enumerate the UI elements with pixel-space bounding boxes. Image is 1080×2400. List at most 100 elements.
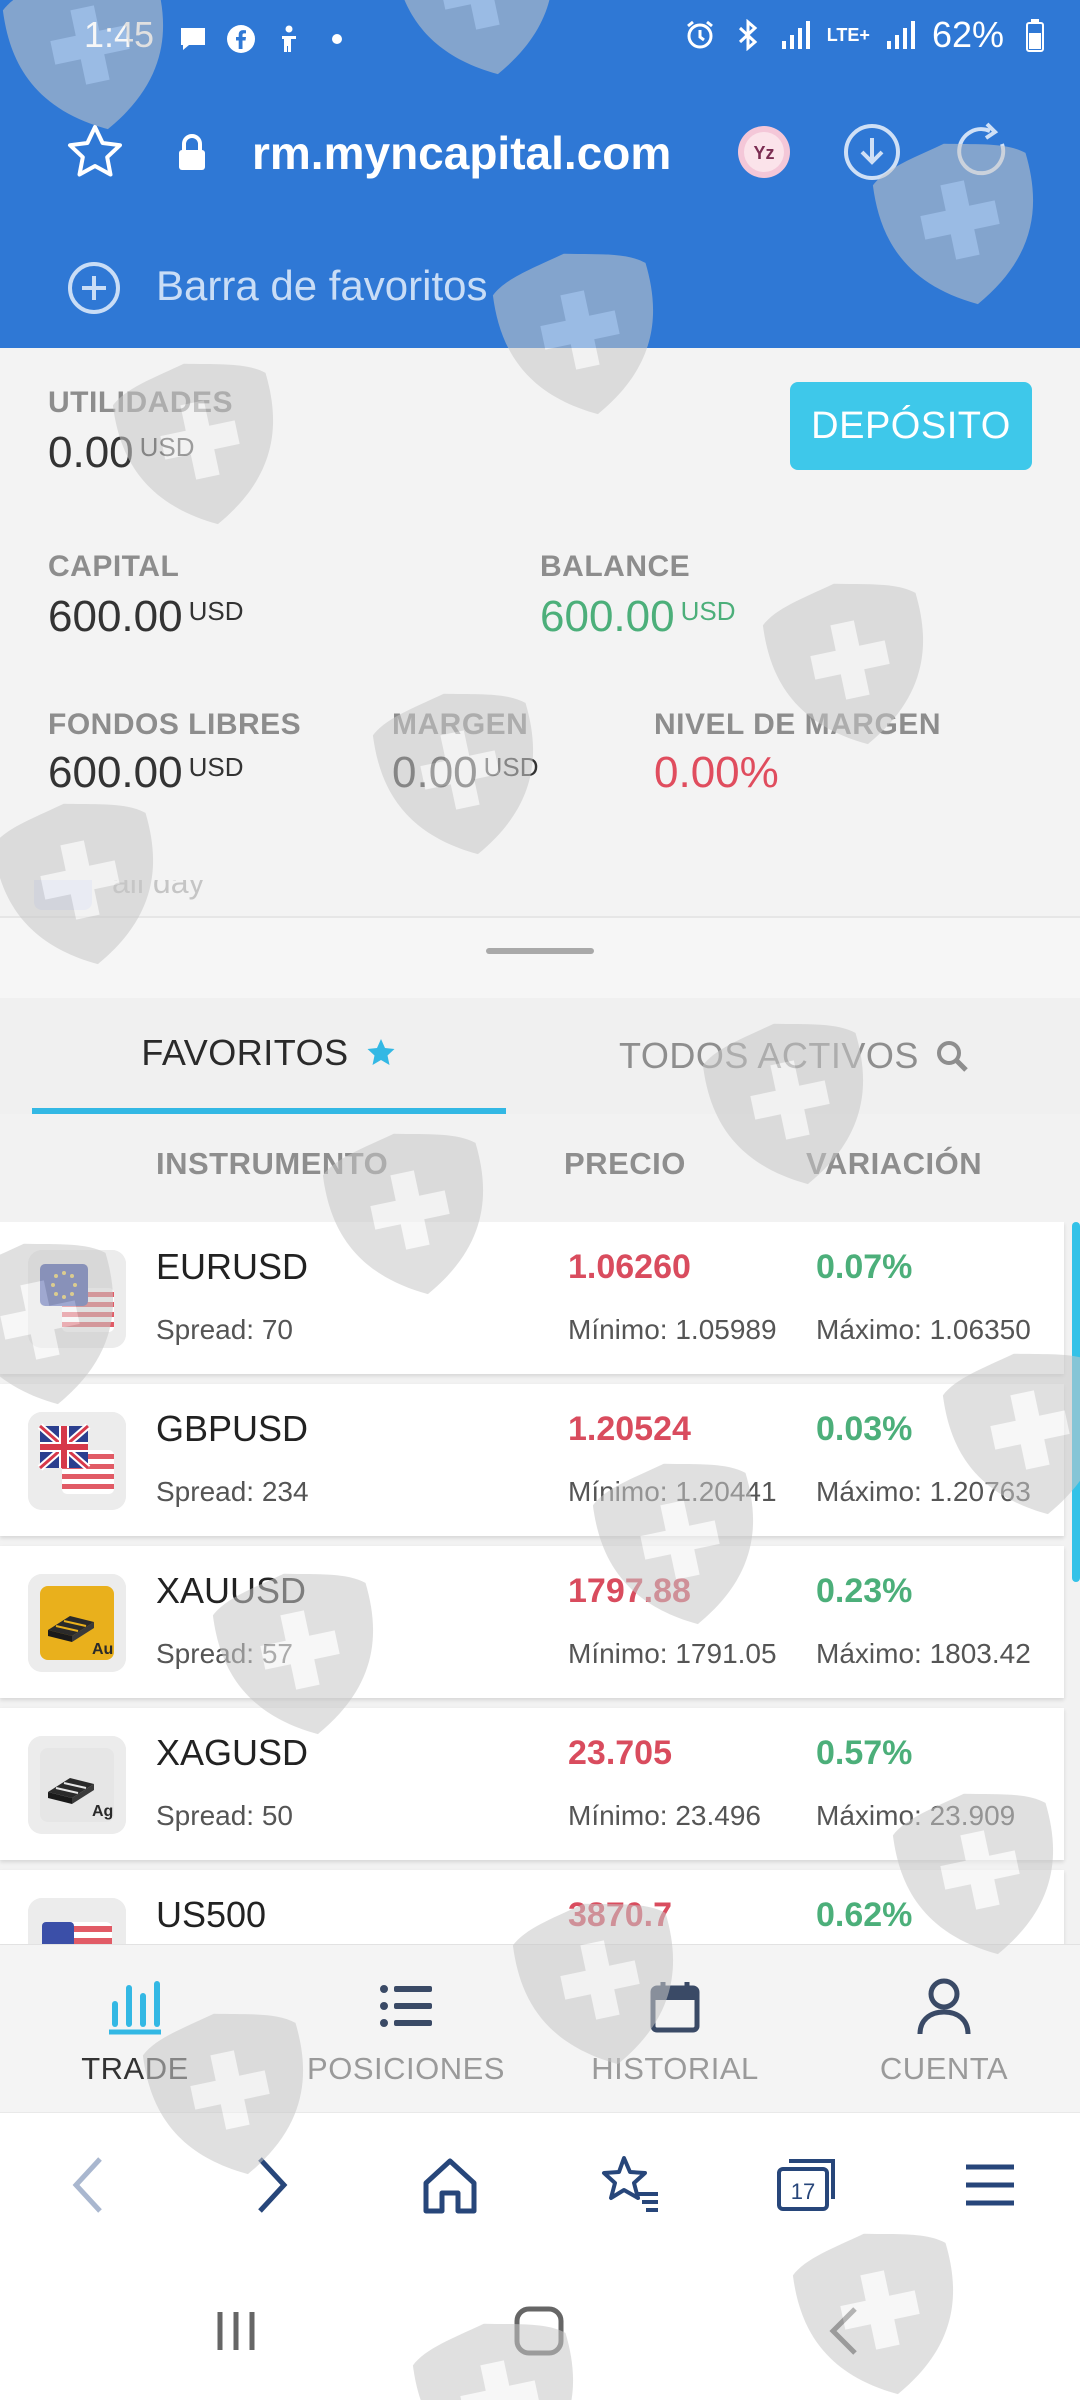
bar-chart-icon <box>105 1975 165 2037</box>
lock-icon <box>176 134 208 177</box>
download-icon[interactable] <box>842 122 902 187</box>
instrument-spread: Spread: 50 <box>156 1800 293 1831</box>
silver-badge: Ag <box>92 1803 113 1820</box>
svg-text:Yz: Yz <box>753 143 774 163</box>
instrument-change: 0.23% <box>816 1572 913 1610</box>
instrument-change: 0.62% <box>816 1896 913 1934</box>
fondos-libres-label: FONDOS LIBRES <box>48 708 302 741</box>
utilidades-value: 0.00 USD <box>48 428 195 477</box>
extension-icon[interactable]: Yz <box>736 124 792 185</box>
instrument-max: Máximo: 1.20763 <box>816 1476 1031 1507</box>
instrument-min: Mínimo: 1.05989 <box>568 1314 777 1345</box>
system-back-icon[interactable] <box>808 2296 878 2366</box>
accessibility-icon <box>272 22 306 56</box>
instrument-change: 0.57% <box>816 1734 913 1772</box>
peek-row: all day <box>0 880 1080 918</box>
instrument-min: Mínimo: 1.20441 <box>568 1476 777 1507</box>
tab-favorites[interactable]: FAVORITOS <box>32 998 506 1114</box>
instrument-price: 23.705 <box>568 1734 672 1772</box>
balance-value: 600.00 USD <box>540 592 736 641</box>
nav-account-label: CUENTA <box>879 2051 1009 2086</box>
nav-positions-label: POSICIONES <box>307 2051 505 2086</box>
column-header-price: PRECIO <box>564 1146 686 1181</box>
network-type: LTE+ <box>826 25 870 45</box>
drag-handle-area[interactable] <box>0 918 1080 998</box>
message-icon <box>176 22 210 56</box>
app-root: 1:45 LTE+ 62% rm.myncapital.com Yz Barra… <box>0 0 1080 2400</box>
nav-trade[interactable]: TRADE <box>50 1945 220 2113</box>
eu-us-flag-icon <box>28 1250 126 1348</box>
instrument-spread: Spread: 70 <box>156 1314 293 1345</box>
list-scrollbar[interactable] <box>1072 1222 1080 1582</box>
system-status-icons: LTE+ 62% <box>683 14 1052 56</box>
nav-history[interactable]: HISTORIAL <box>580 1945 770 2113</box>
battery-icon <box>1018 18 1052 52</box>
forward-arrow-icon[interactable] <box>236 2149 308 2221</box>
instrument-row-gbpusd[interactable]: GBPUSD Spread: 234 1.20524 0.03% Mínimo:… <box>0 1384 1064 1536</box>
instrument-row-xagusd[interactable]: Ag XAGUSD Spread: 50 23.705 0.57% Mínimo… <box>0 1708 1064 1860</box>
gb-us-flag-icon <box>28 1412 126 1510</box>
system-navigation-bar <box>0 2256 1080 2400</box>
drag-handle[interactable] <box>486 948 594 954</box>
fondos-libres-value: 600.00 USD <box>48 748 244 797</box>
favorites-bar-label: Barra de favoritos <box>156 262 488 309</box>
balance-label: BALANCE <box>540 550 691 583</box>
instrument-price: 1.06260 <box>568 1248 691 1286</box>
instrument-price: 1.20524 <box>568 1410 691 1448</box>
signal-icon <box>779 18 813 52</box>
instrument-symbol: EURUSD <box>156 1246 309 1287</box>
status-bar: 1:45 LTE+ 62% <box>0 0 1080 78</box>
tab-count: 17 <box>791 2179 815 2204</box>
add-circle-icon[interactable] <box>66 260 122 321</box>
instrument-tabs: FAVORITOS TODOS ACTIVOS <box>0 998 1080 1114</box>
star-filled-icon <box>365 1037 397 1069</box>
column-header-change: VARIACIÓN <box>806 1146 983 1181</box>
nav-positions[interactable]: POSICIONES <box>306 1945 506 2113</box>
instrument-row-eurusd[interactable]: EURUSD Spread: 70 1.06260 0.07% Mínimo: … <box>0 1222 1064 1374</box>
home-button-icon[interactable] <box>504 2296 574 2366</box>
back-arrow-icon[interactable] <box>52 2149 124 2221</box>
tab-favorites-label: FAVORITOS <box>141 1032 349 1073</box>
nav-history-label: HISTORIAL <box>591 2051 759 2086</box>
instrument-max: Máximo: 1.06350 <box>816 1314 1031 1345</box>
url-text[interactable]: rm.myncapital.com <box>252 126 671 180</box>
bookmarks-icon[interactable] <box>594 2149 666 2221</box>
bluetooth-icon <box>731 18 765 52</box>
peek-text: all day <box>112 880 205 900</box>
us-flag-icon <box>28 1898 126 1944</box>
instrument-change: 0.07% <box>816 1248 913 1286</box>
tab-all-assets-label: TODOS ACTIVOS <box>619 1035 919 1076</box>
capital-label: CAPITAL <box>48 550 180 583</box>
margen-label: MARGEN <box>392 708 529 741</box>
instrument-change: 0.03% <box>816 1410 913 1448</box>
bookmark-star-icon[interactable] <box>64 122 126 189</box>
reload-icon[interactable] <box>954 122 1014 187</box>
calendar-icon <box>649 1975 701 2037</box>
home-icon[interactable] <box>414 2149 486 2221</box>
instrument-min: Mínimo: 23.496 <box>568 1800 761 1831</box>
status-time: 1:45 <box>84 14 155 55</box>
instrument-symbol: XAGUSD <box>156 1732 309 1773</box>
favorites-bar[interactable]: Barra de favoritos <box>0 250 1080 324</box>
nivel-margen-label: NIVEL DE MARGEN <box>654 708 941 741</box>
table-header: INSTRUMENTO PRECIO VARIACIÓN <box>0 1114 1080 1224</box>
search-icon[interactable] <box>935 1039 969 1073</box>
instrument-min: Mínimo: 1791.05 <box>568 1638 777 1669</box>
alarm-icon <box>683 18 717 52</box>
tab-all-assets[interactable]: TODOS ACTIVOS <box>540 998 1048 1114</box>
nivel-margen-value: 0.00% <box>654 748 779 797</box>
tabs-icon[interactable]: 17 <box>772 2149 844 2221</box>
menu-icon[interactable] <box>954 2149 1026 2221</box>
nav-account[interactable]: CUENTA <box>856 1945 1032 2113</box>
instrument-price: 3870.7 <box>568 1896 672 1934</box>
instrument-row-xauusd[interactable]: Au XAUUSD Spread: 57 1797.88 0.23% Mínim… <box>0 1546 1064 1698</box>
recent-apps-icon[interactable] <box>202 2296 272 2366</box>
deposit-button[interactable]: DEPÓSITO <box>790 382 1032 470</box>
battery-percent: 62% <box>931 14 1004 55</box>
instrument-spread: Spread: 57 <box>156 1638 293 1669</box>
peek-icon <box>34 880 92 910</box>
instrument-row-us500[interactable]: US500 3870.7 0.62% <box>0 1870 1064 1944</box>
nav-trade-label: TRADE <box>81 2051 189 2086</box>
user-icon <box>916 1975 972 2037</box>
instrument-symbol: XAUUSD <box>156 1570 307 1611</box>
